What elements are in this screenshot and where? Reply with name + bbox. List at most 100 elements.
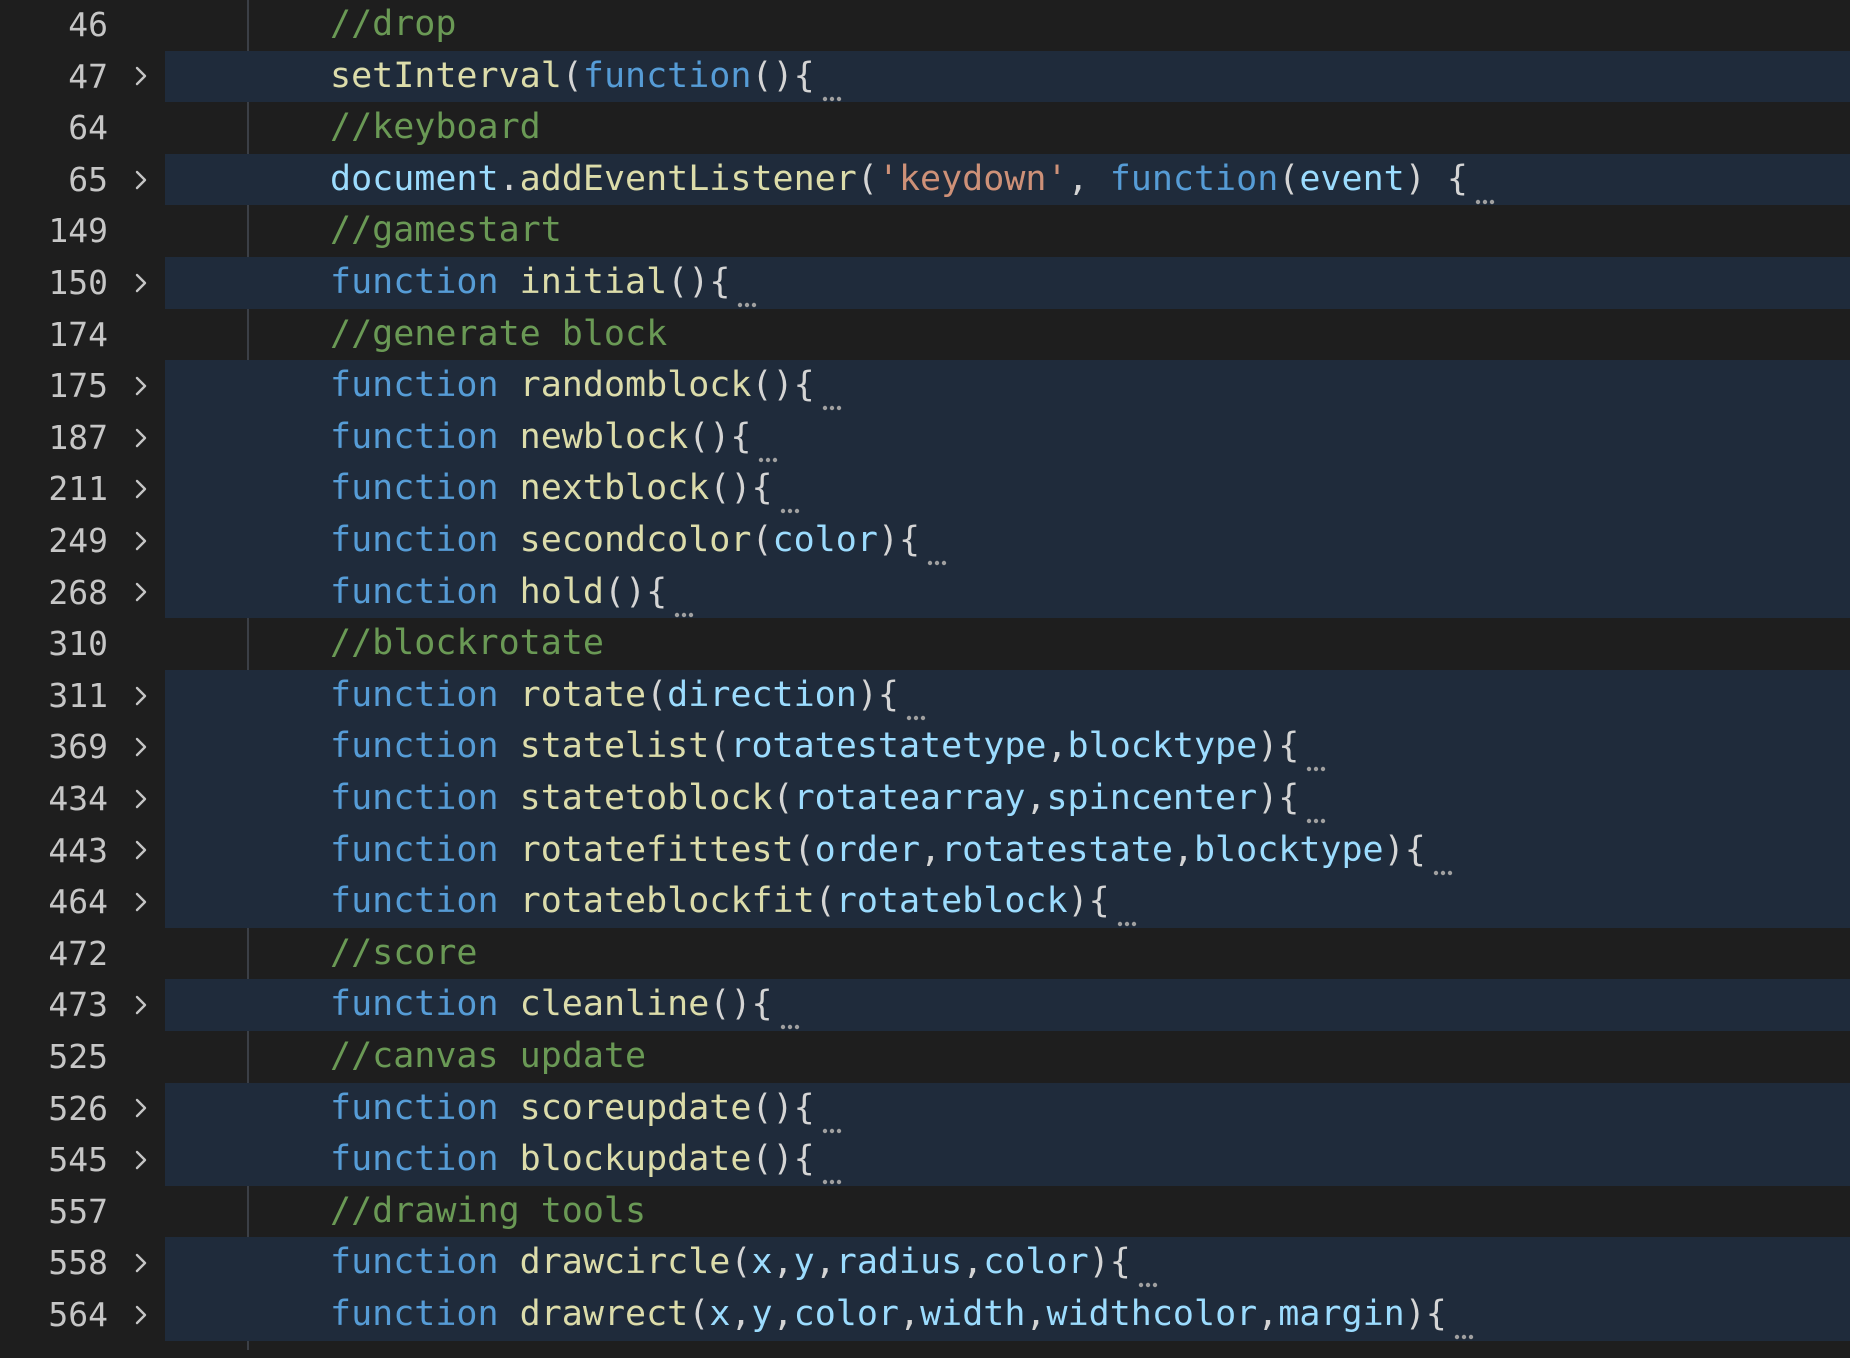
code-text[interactable]: function secondcolor(color){ xyxy=(330,515,948,567)
folded-ellipsis-icon[interactable] xyxy=(821,377,843,411)
code-line[interactable]: 434 function statetoblock(rotatearray,spi… xyxy=(0,773,1850,825)
folded-ellipsis-icon[interactable] xyxy=(1453,1306,1475,1340)
code-text[interactable]: //keyboard xyxy=(330,102,541,154)
line-number: 65 xyxy=(68,159,108,199)
code-text[interactable]: setInterval(function(){ xyxy=(330,51,843,103)
chevron-right-icon[interactable] xyxy=(126,670,156,722)
folded-ellipsis-icon[interactable] xyxy=(673,584,695,617)
code-line[interactable]: 472 //score xyxy=(0,928,1850,980)
code-line[interactable]: 46 //drop xyxy=(0,0,1850,51)
code-line[interactable]: 525 //canvas update xyxy=(0,1031,1850,1083)
code-text[interactable]: function nextblock(){ xyxy=(330,463,801,515)
code-line[interactable]: 545 function blockupdate(){ xyxy=(0,1134,1850,1186)
code-text[interactable]: function hold(){ xyxy=(330,567,695,619)
code-text[interactable]: function scoreupdate(){ xyxy=(330,1083,843,1135)
chevron-right-icon[interactable] xyxy=(126,463,156,515)
code-line[interactable]: 526 function scoreupdate(){ xyxy=(0,1082,1850,1135)
code-line[interactable]: 211 function nextblock(){ xyxy=(0,463,1850,515)
folded-ellipsis-icon[interactable] xyxy=(736,274,758,308)
chevron-right-icon[interactable] xyxy=(126,412,156,464)
folded-ellipsis-icon[interactable] xyxy=(1474,171,1496,204)
code-text[interactable]: //generate block xyxy=(330,309,667,361)
code-line[interactable]: 187 function newblock(){ xyxy=(0,411,1850,464)
code-text[interactable]: function randomblock(){ xyxy=(330,360,843,412)
folded-ellipsis-icon[interactable] xyxy=(821,1100,843,1133)
code-editor[interactable]: 46//drop 47 setInterval(function(){64//key… xyxy=(0,0,1850,1350)
code-text[interactable]: function rotatefittest(order,rotatestate… xyxy=(330,825,1454,877)
folded-ellipsis-icon[interactable] xyxy=(1305,738,1327,772)
code-token: //generate block xyxy=(330,313,668,354)
chevron-right-icon[interactable] xyxy=(126,979,156,1031)
code-text[interactable]: function statetoblock(rotatearray,spince… xyxy=(330,773,1327,825)
code-text[interactable]: //drop xyxy=(330,0,456,51)
code-line[interactable]: 64 //keyboard xyxy=(0,102,1850,154)
code-line[interactable]: 464 function rotateblockfit(rotateblock){ xyxy=(0,876,1850,928)
code-line[interactable]: 174 //generate block xyxy=(0,309,1850,361)
code-text[interactable]: //gamestart xyxy=(330,205,562,257)
code-line[interactable]: 311 function rotate(direction){ xyxy=(0,669,1850,722)
code-token: 'keydown' xyxy=(877,158,1068,199)
chevron-right-icon[interactable] xyxy=(126,360,156,412)
folded-ellipsis-icon[interactable] xyxy=(821,68,843,101)
folded-ellipsis-icon[interactable] xyxy=(905,687,927,720)
code-text[interactable]: function rotateblockfit(rotateblock){ xyxy=(330,876,1138,928)
code-line[interactable]: 557 //drawing tools xyxy=(0,1186,1850,1238)
code-text[interactable]: function drawrect(x,y,color,width,widthc… xyxy=(330,1289,1475,1341)
folded-ellipsis-icon[interactable] xyxy=(1305,790,1327,824)
code-text[interactable]: //drawing tools xyxy=(330,1186,646,1238)
code-text[interactable]: function statelist(rotatestatetype,block… xyxy=(330,721,1327,773)
code-text[interactable]: function cleanline(){ xyxy=(330,979,801,1031)
code-text[interactable]: //blockrotate xyxy=(330,618,604,670)
folded-ellipsis-icon[interactable] xyxy=(926,532,948,566)
code-line[interactable]: 564 function drawrect(x,y,color,width,wid… xyxy=(0,1289,1850,1341)
chevron-right-icon[interactable] xyxy=(126,154,156,206)
chevron-right-icon[interactable] xyxy=(126,825,156,877)
code-line[interactable]: 443 function rotatefittest(order,rotatest… xyxy=(0,824,1850,877)
code-text[interactable]: function blockupdate(){ xyxy=(330,1134,843,1186)
code-line[interactable]: 47 setInterval(function(){ xyxy=(0,50,1850,103)
code-line[interactable]: 558 function drawcircle(x,y,radius,color)… xyxy=(0,1237,1850,1289)
chevron-right-icon[interactable] xyxy=(126,773,156,825)
code-text[interactable]: //score xyxy=(330,928,478,980)
chevron-right-icon[interactable] xyxy=(126,876,156,928)
code-line[interactable]: 149 //gamestart xyxy=(0,205,1850,257)
code-text[interactable]: //canvas update xyxy=(330,1031,646,1083)
chevron-right-icon[interactable] xyxy=(126,721,156,773)
chevron-right-icon[interactable] xyxy=(126,1237,156,1289)
folded-ellipsis-icon[interactable] xyxy=(1137,1254,1159,1288)
code-line[interactable]: 310 //blockrotate xyxy=(0,618,1850,670)
code-token: rotateblock xyxy=(835,881,1068,922)
folded-ellipsis-icon[interactable] xyxy=(757,429,779,462)
chevron-right-icon[interactable] xyxy=(126,515,156,567)
folded-ellipsis-icon[interactable] xyxy=(821,1151,843,1185)
folded-ellipsis-icon[interactable] xyxy=(779,480,801,514)
code-text[interactable]: function newblock(){ xyxy=(330,412,779,464)
code-token: function xyxy=(330,1087,499,1128)
chevron-right-icon[interactable] xyxy=(126,51,156,103)
folded-ellipsis-icon[interactable] xyxy=(779,996,801,1030)
code-line[interactable]: 473 function cleanline(){ xyxy=(0,979,1850,1031)
chevron-right-icon[interactable] xyxy=(126,1289,156,1341)
code-token: function xyxy=(330,571,499,612)
code-line[interactable]: 268 function hold(){ xyxy=(0,566,1850,619)
code-text[interactable]: document.addEventListener('keydown', fun… xyxy=(330,154,1496,206)
code-text[interactable]: function drawcircle(x,y,radius,color){ xyxy=(330,1237,1159,1289)
code-line[interactable]: 249 function secondcolor(color){ xyxy=(0,515,1850,567)
code-line[interactable]: 175 function randomblock(){ xyxy=(0,360,1850,412)
chevron-right-icon[interactable] xyxy=(126,257,156,309)
code-text[interactable]: function rotate(direction){ xyxy=(330,670,927,722)
code-token: y xyxy=(793,1242,815,1283)
folded-ellipsis-icon[interactable] xyxy=(1116,893,1138,927)
code-text[interactable]: function initial(){ xyxy=(330,257,758,309)
chevron-right-icon[interactable] xyxy=(126,1083,156,1135)
code-token: margin xyxy=(1278,1294,1405,1334)
chevron-right-icon[interactable] xyxy=(126,567,156,619)
code-line[interactable]: 369 function statelist(rotatestatetype,bl… xyxy=(0,721,1850,773)
code-line[interactable]: 150 function initial(){ xyxy=(0,257,1850,309)
code-token: function xyxy=(330,520,499,560)
folded-ellipsis-icon[interactable] xyxy=(1432,842,1454,875)
chevron-right-icon[interactable] xyxy=(126,1134,156,1186)
code-line[interactable]: 65 document.addEventListener('keydown', f… xyxy=(0,153,1850,206)
code-token: rotatearray xyxy=(793,778,1026,818)
